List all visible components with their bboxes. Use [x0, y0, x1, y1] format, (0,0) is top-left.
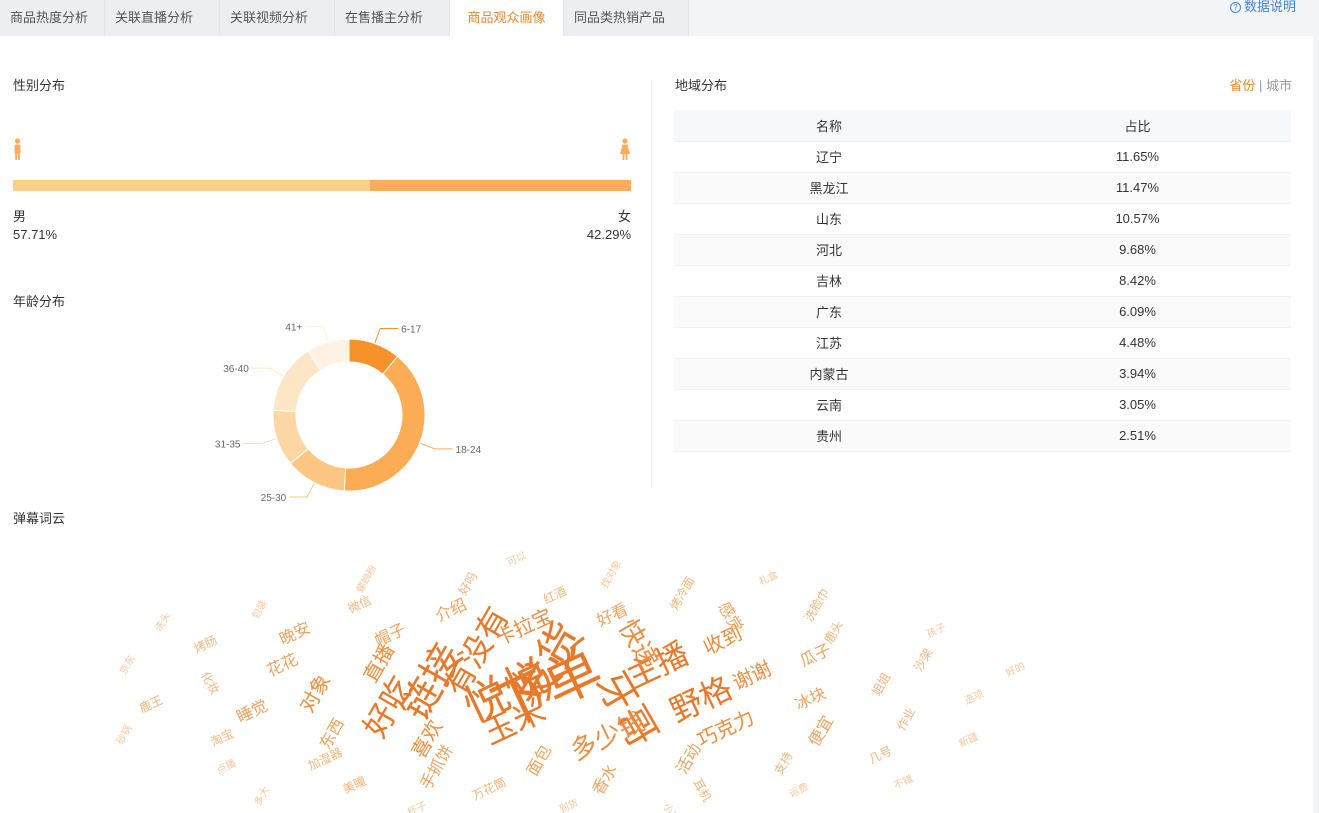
- male-bar: [13, 180, 370, 191]
- age-slice-18-24: [343, 355, 426, 492]
- region-share: 9.68%: [984, 234, 1291, 266]
- table-row: 吉林 8.42%: [674, 265, 1291, 297]
- region-name: 广东: [674, 296, 984, 328]
- region-toggle: 省份 | 城市: [1229, 75, 1292, 94]
- female-percentage: 42.29%: [586, 227, 631, 242]
- region-share: 6.09%: [984, 296, 1291, 328]
- region-share: 11.65%: [984, 141, 1291, 173]
- age-label: 31-35: [215, 439, 241, 450]
- region-name: 黑龙江: [674, 172, 984, 204]
- region-name: 吉林: [674, 265, 984, 297]
- toggle-separator: |: [1258, 78, 1263, 93]
- region-share: 4.48%: [984, 327, 1291, 359]
- age-label-line: [251, 367, 283, 377]
- region-share: 11.47%: [984, 172, 1291, 204]
- toggle-province[interactable]: 省份: [1229, 78, 1255, 93]
- region-name: 辽宁: [674, 141, 984, 173]
- age-label-line: [374, 327, 399, 343]
- table-row: 山东 10.57%: [674, 203, 1291, 235]
- toggle-city[interactable]: 城市: [1266, 78, 1292, 93]
- gender-title: 性别分布: [13, 78, 66, 93]
- table-row: 广东 6.09%: [674, 296, 1291, 328]
- table-row: 辽宁 11.65%: [674, 141, 1291, 173]
- male-icon: [14, 138, 21, 160]
- age-label: 41+: [285, 323, 302, 334]
- male-percentage: 57.71%: [13, 227, 58, 242]
- region-name: 河北: [674, 234, 984, 266]
- table-row: 河北 9.68%: [674, 234, 1291, 266]
- region-share: 8.42%: [984, 265, 1291, 297]
- table-header-row: 名称 占比: [674, 110, 1291, 142]
- region-table: 名称 占比 辽宁 11.65% 黑龙江 11.47% 山东 10.57% 河北 9.68…: [674, 110, 1291, 452]
- region-name: 贵州: [674, 420, 984, 452]
- age-label: 25-30: [261, 493, 287, 504]
- region-name: 山东: [674, 203, 984, 235]
- tab-sellers[interactable]: 在售播主分析: [335, 0, 450, 36]
- tab-related-video[interactable]: 关联视频分析: [220, 0, 335, 36]
- table-row: 江苏 4.48%: [674, 327, 1291, 359]
- age-label-line: [305, 326, 328, 342]
- female-label: 女: [617, 209, 631, 224]
- column-share-header: 占比: [984, 110, 1291, 142]
- data-help-link[interactable]: ? 数据说明: [1229, 0, 1296, 14]
- age-label: 18-24: [456, 445, 482, 456]
- region-share: 10.57%: [984, 203, 1291, 235]
- table-row: 贵州 2.51%: [674, 420, 1291, 452]
- age-title: 年龄分布: [13, 294, 66, 309]
- table-row: 内蒙古 3.94%: [674, 358, 1291, 390]
- female-bar: [370, 180, 631, 191]
- table-row: 云南 3.05%: [674, 389, 1291, 421]
- region-title: 地域分布: [675, 78, 728, 93]
- age-label: 6-17: [401, 324, 421, 335]
- column-name-header: 名称: [674, 110, 984, 142]
- region-share: 3.94%: [984, 358, 1291, 390]
- tab-same-category[interactable]: 同品类热销产品: [564, 0, 689, 36]
- tab-audience-profile[interactable]: 商品观众画像: [450, 0, 564, 36]
- region-name: 云南: [674, 389, 984, 421]
- tab-product-heat[interactable]: 商品热度分析: [0, 0, 105, 36]
- region-name: 内蒙古: [674, 358, 984, 390]
- help-icon: ?: [1229, 1, 1241, 13]
- male-label: 男: [13, 209, 27, 224]
- tab-bar: 商品热度分析 关联直播分析 关联视频分析 在售播主分析 商品观众画像 同品类热销…: [0, 0, 1319, 36]
- table-row: 黑龙江 11.47%: [674, 172, 1291, 204]
- column-divider: [651, 80, 652, 488]
- female-icon: [620, 138, 630, 160]
- age-label-line: [289, 483, 315, 498]
- wordcloud-title: 弹幕词云: [13, 511, 66, 526]
- age-label-line: [243, 438, 276, 444]
- data-help-label: 数据说明: [1243, 0, 1296, 14]
- region-share: 2.51%: [984, 420, 1291, 452]
- tab-related-live[interactable]: 关联直播分析: [105, 0, 220, 36]
- region-name: 江苏: [674, 327, 984, 359]
- age-donut-chart: 6-17 18-24 25-30 31-35 36-40 41+: [215, 323, 482, 504]
- age-label-line: [420, 442, 453, 450]
- region-share: 3.05%: [984, 389, 1291, 421]
- age-label: 36-40: [223, 364, 249, 375]
